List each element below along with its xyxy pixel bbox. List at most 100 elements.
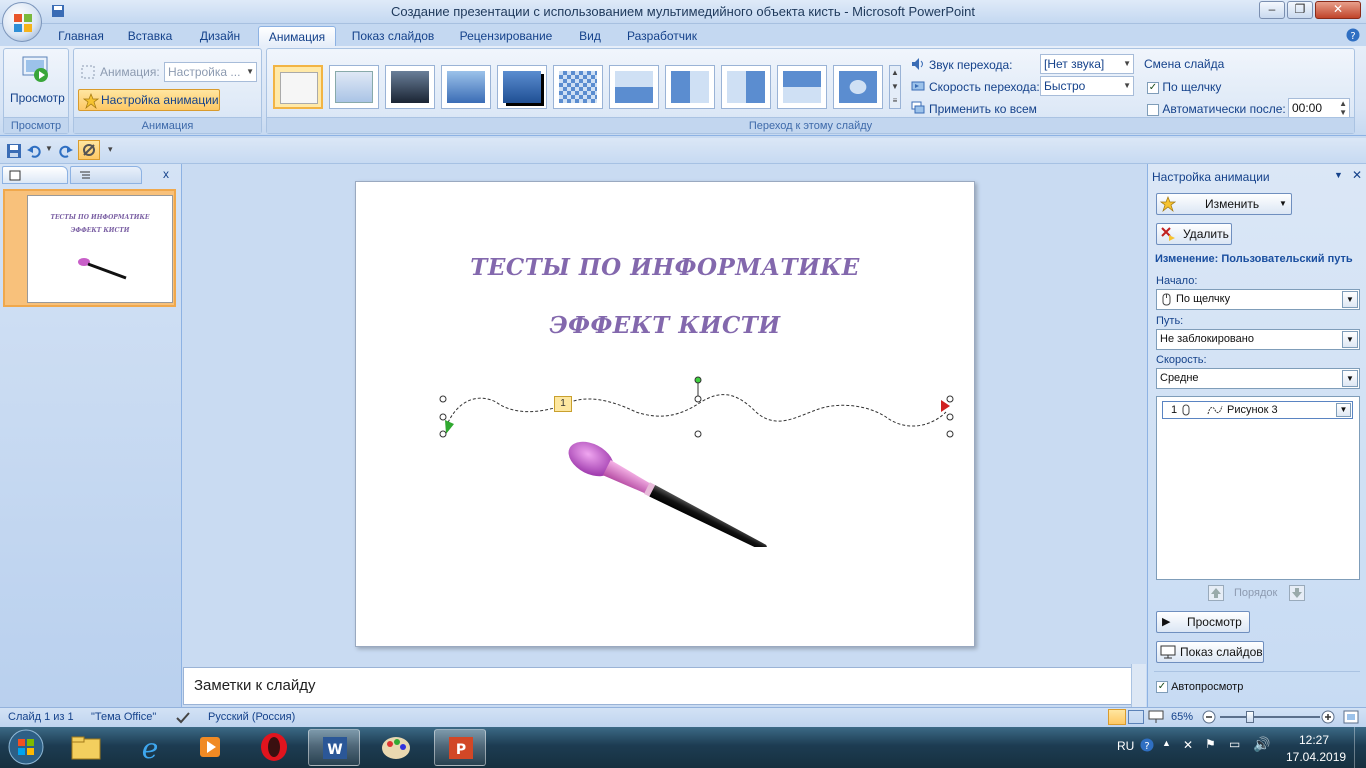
- transition-fade-black[interactable]: [385, 65, 435, 109]
- slide-title[interactable]: ТЕСТЫ ПО ИНФОРМАТИКЕ: [356, 254, 974, 281]
- start-dropdown[interactable]: По щелчку ▼: [1156, 289, 1360, 310]
- list-item[interactable]: 1 Рисунок 3 ▼: [1162, 401, 1353, 419]
- tray-expand-icon[interactable]: ▲: [1162, 738, 1171, 748]
- auto-after-checkbox[interactable]: [1147, 103, 1159, 116]
- spellcheck-icon[interactable]: [175, 711, 191, 724]
- taskbar-ie[interactable]: e: [124, 729, 176, 766]
- zoom-slider-thumb[interactable]: [1246, 711, 1254, 723]
- theme-name[interactable]: "Тема Office": [91, 711, 156, 723]
- path-dropdown[interactable]: Не заблокировано ▼: [1156, 329, 1360, 350]
- action-center-icon[interactable]: ▭: [1229, 737, 1240, 751]
- normal-view-button[interactable]: [1108, 709, 1126, 725]
- taskbar-powerpoint[interactable]: P: [434, 729, 486, 766]
- volume-icon[interactable]: 🔊: [1253, 736, 1270, 753]
- taskbar-opera[interactable]: [248, 729, 300, 766]
- gallery-scroll[interactable]: ▲ ▼ ≡: [889, 65, 901, 109]
- transition-cut-black[interactable]: [497, 65, 547, 109]
- apply-all-button[interactable]: Применить ко всем: [929, 102, 1037, 116]
- autopreview-row[interactable]: ✓ Автопросмотр: [1156, 681, 1243, 694]
- slideshow-view-button[interactable]: [1148, 710, 1164, 724]
- minimize-button[interactable]: –: [1259, 1, 1285, 19]
- zoom-slider[interactable]: [1220, 716, 1320, 718]
- tab-view[interactable]: Вид: [570, 26, 610, 46]
- tab-slides[interactable]: [2, 166, 68, 184]
- help-icon[interactable]: ?: [1140, 738, 1154, 752]
- zoom-in-icon[interactable]: [1321, 710, 1335, 724]
- zoom-level[interactable]: 65%: [1171, 711, 1193, 723]
- transition-wipe-down[interactable]: [609, 65, 659, 109]
- animation-dropdown[interactable]: Настройка ... ▼: [164, 62, 257, 82]
- taskbar-paint[interactable]: [370, 729, 422, 766]
- animation-list[interactable]: 1 Рисунок 3 ▼: [1156, 396, 1360, 580]
- chevron-down-icon[interactable]: ▼: [1336, 403, 1351, 417]
- clock-date[interactable]: 17.04.2019: [1286, 750, 1346, 764]
- start-button-icon[interactable]: [6, 729, 46, 766]
- transition-wipe-left[interactable]: [665, 65, 715, 109]
- transition-dissolve[interactable]: [441, 65, 491, 109]
- speed-dropdown[interactable]: Быстро ▼: [1040, 76, 1134, 96]
- transition-checker[interactable]: [553, 65, 603, 109]
- customize-qat-icon[interactable]: ▾: [108, 144, 113, 155]
- transition-fade[interactable]: [329, 65, 379, 109]
- autopreview-checkbox[interactable]: ✓: [1156, 681, 1168, 694]
- tab-animation[interactable]: Анимация: [258, 26, 336, 46]
- transition-none[interactable]: [273, 65, 323, 109]
- flag-icon[interactable]: ⚑: [1205, 737, 1216, 751]
- transition-split[interactable]: [833, 65, 883, 109]
- taskbar-explorer[interactable]: [60, 729, 112, 766]
- save-icon[interactable]: [6, 143, 22, 159]
- auto-after-checkbox-row[interactable]: Автоматически после:: [1147, 102, 1286, 116]
- speed-dropdown[interactable]: Средне ▼: [1156, 368, 1360, 389]
- save-icon[interactable]: [50, 3, 66, 19]
- sound-dropdown[interactable]: [Нет звука] ▼: [1040, 54, 1134, 74]
- taskbar-media[interactable]: [184, 729, 236, 766]
- slideshow-button[interactable]: Показ слайдов: [1156, 641, 1264, 663]
- animation-order-tag[interactable]: 1: [554, 396, 572, 412]
- show-desktop-button[interactable]: [1354, 727, 1366, 768]
- custom-animation-button[interactable]: Настройка анимации: [78, 89, 220, 111]
- move-up-icon[interactable]: [1208, 585, 1224, 601]
- change-button[interactable]: Изменить ▼: [1156, 193, 1292, 215]
- move-down-icon[interactable]: [1289, 585, 1305, 601]
- makeup-brush-image[interactable]: [561, 437, 786, 547]
- transition-wipe-up[interactable]: [777, 65, 827, 109]
- office-button[interactable]: [2, 2, 42, 42]
- notes-pane[interactable]: Заметки к слайду: [183, 667, 1132, 705]
- tab-design[interactable]: Дизайн: [190, 26, 250, 46]
- undo-icon[interactable]: [26, 143, 42, 159]
- slide-sorter-button[interactable]: [1128, 710, 1144, 724]
- help-icon[interactable]: ?: [1346, 28, 1360, 42]
- delete-button[interactable]: Удалить: [1156, 223, 1232, 245]
- close-button[interactable]: ✕: [1315, 1, 1361, 19]
- preview-button[interactable]: ▶ Просмотр: [1156, 611, 1250, 633]
- qat-tool-button[interactable]: [78, 140, 100, 160]
- preview-button[interactable]: Просмотр: [10, 91, 65, 105]
- zoom-out-icon[interactable]: [1202, 710, 1216, 724]
- restore-button[interactable]: ❐: [1287, 1, 1313, 19]
- keyboard-language[interactable]: RU: [1117, 739, 1134, 753]
- on-click-checkbox-row[interactable]: ✓ По щелчку: [1147, 80, 1221, 94]
- vertical-scrollbar[interactable]: [1131, 664, 1146, 707]
- chevron-down-icon[interactable]: ▼: [45, 144, 53, 153]
- slide-subtitle[interactable]: ЭФФЕКТ КИСТИ: [356, 312, 974, 339]
- tab-home[interactable]: Главная: [52, 26, 110, 46]
- clock-time[interactable]: 12:27: [1299, 733, 1329, 747]
- network-icon[interactable]: ✕: [1183, 738, 1193, 752]
- task-pane-menu-icon[interactable]: ▼: [1334, 170, 1343, 180]
- fit-window-icon[interactable]: [1343, 710, 1359, 724]
- slide-canvas[interactable]: ТЕСТЫ ПО ИНФОРМАТИКЕ ЭФФЕКТ КИСТИ 1: [355, 181, 975, 647]
- auto-after-time[interactable]: 00:00 ▲ ▼: [1288, 98, 1350, 118]
- on-click-checkbox[interactable]: ✓: [1147, 81, 1159, 94]
- tab-slideshow[interactable]: Показ слайдов: [344, 26, 442, 46]
- tab-insert[interactable]: Вставка: [120, 26, 180, 46]
- tab-review[interactable]: Рецензирование: [452, 26, 560, 46]
- tab-outline[interactable]: [70, 166, 142, 184]
- taskbar-word[interactable]: W: [308, 729, 360, 766]
- tab-developer[interactable]: Разработчик: [618, 26, 706, 46]
- transition-wipe-right[interactable]: [721, 65, 771, 109]
- close-icon[interactable]: ✕: [1352, 168, 1362, 182]
- redo-icon[interactable]: [58, 143, 74, 159]
- slide-thumbnail-selected[interactable]: ТЕСТЫ ПО ИНФОРМАТИКЕ ЭФФЕКТ КИСТИ: [3, 189, 176, 307]
- close-pane-icon[interactable]: x: [163, 167, 169, 181]
- language[interactable]: Русский (Россия): [208, 711, 295, 723]
